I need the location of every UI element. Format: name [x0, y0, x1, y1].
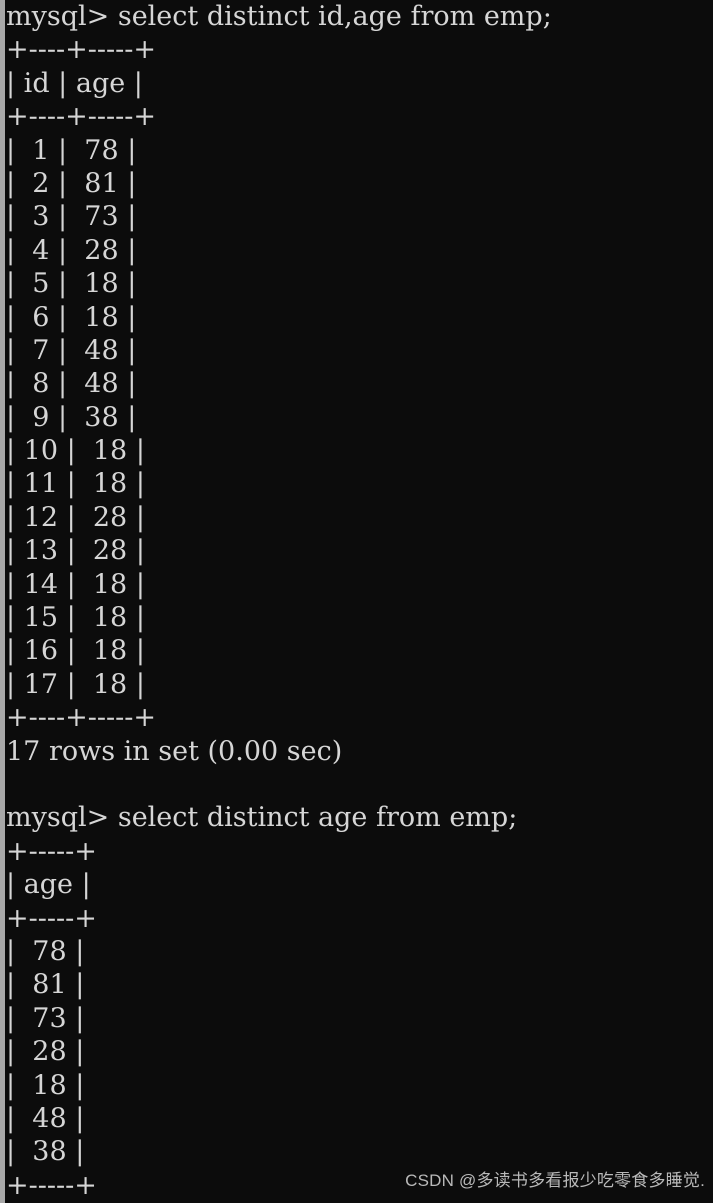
terminal-line: | 2 | 81 | — [6, 167, 137, 199]
terminal-line: | age | — [6, 869, 91, 901]
mysql-terminal-window: mysql> select distinct id,age from emp; +… — [0, 0, 713, 1203]
terminal-line: | 48 | — [6, 1102, 85, 1134]
terminal-line: | 8 | 48 | — [6, 368, 137, 400]
terminal-line: | 3 | 73 | — [6, 201, 137, 233]
terminal-line: | 38 | — [6, 1136, 85, 1168]
terminal-line: | 10 | 18 | — [6, 435, 145, 467]
terminal-line: +----+-----+ — [6, 702, 156, 734]
terminal-line: | 13 | 28 | — [6, 535, 145, 567]
terminal-line: | 81 | — [6, 969, 85, 1001]
terminal-line: 17 rows in set (0.00 sec) — [6, 735, 343, 767]
terminal-line: | 12 | 28 | — [6, 501, 145, 533]
terminal-line: | 28 | — [6, 1036, 85, 1068]
terminal-line: | 5 | 18 | — [6, 268, 137, 300]
terminal-line: +----+-----+ — [6, 101, 156, 133]
terminal-line: | 78 | — [6, 935, 85, 967]
terminal-line: mysql> select distinct id,age from emp; — [6, 1, 552, 32]
terminal-line: | 1 | 78 | — [6, 134, 137, 166]
terminal-console-output[interactable]: mysql> select distinct id,age from emp; +… — [5, 0, 713, 1203]
terminal-line: | 7 | 48 | — [6, 334, 137, 366]
terminal-line: | 16 | 18 | — [6, 635, 145, 667]
terminal-line: +-----+ — [6, 835, 97, 867]
terminal-line: +-----+ — [6, 902, 97, 934]
terminal-line: | 14 | 18 | — [6, 568, 145, 600]
terminal-line: mysql> select distinct age from emp; — [6, 802, 518, 834]
terminal-line: | 15 | 18 | — [6, 602, 145, 634]
terminal-line: | id | age | — [6, 67, 143, 99]
terminal-line: | 18 | — [6, 1069, 85, 1101]
terminal-line: +----+-----+ — [6, 34, 156, 66]
terminal-line: | 73 | — [6, 1002, 85, 1034]
terminal-line: | 17 | 18 | — [6, 668, 145, 700]
csdn-watermark: CSDN @多读书多看报少吃零食多睡觉. — [405, 1171, 705, 1190]
terminal-line: | 11 | 18 | — [6, 468, 145, 500]
terminal-line: | 6 | 18 | — [6, 301, 137, 333]
terminal-line: | 9 | 38 | — [6, 401, 137, 433]
terminal-line: | 4 | 28 | — [6, 234, 137, 266]
